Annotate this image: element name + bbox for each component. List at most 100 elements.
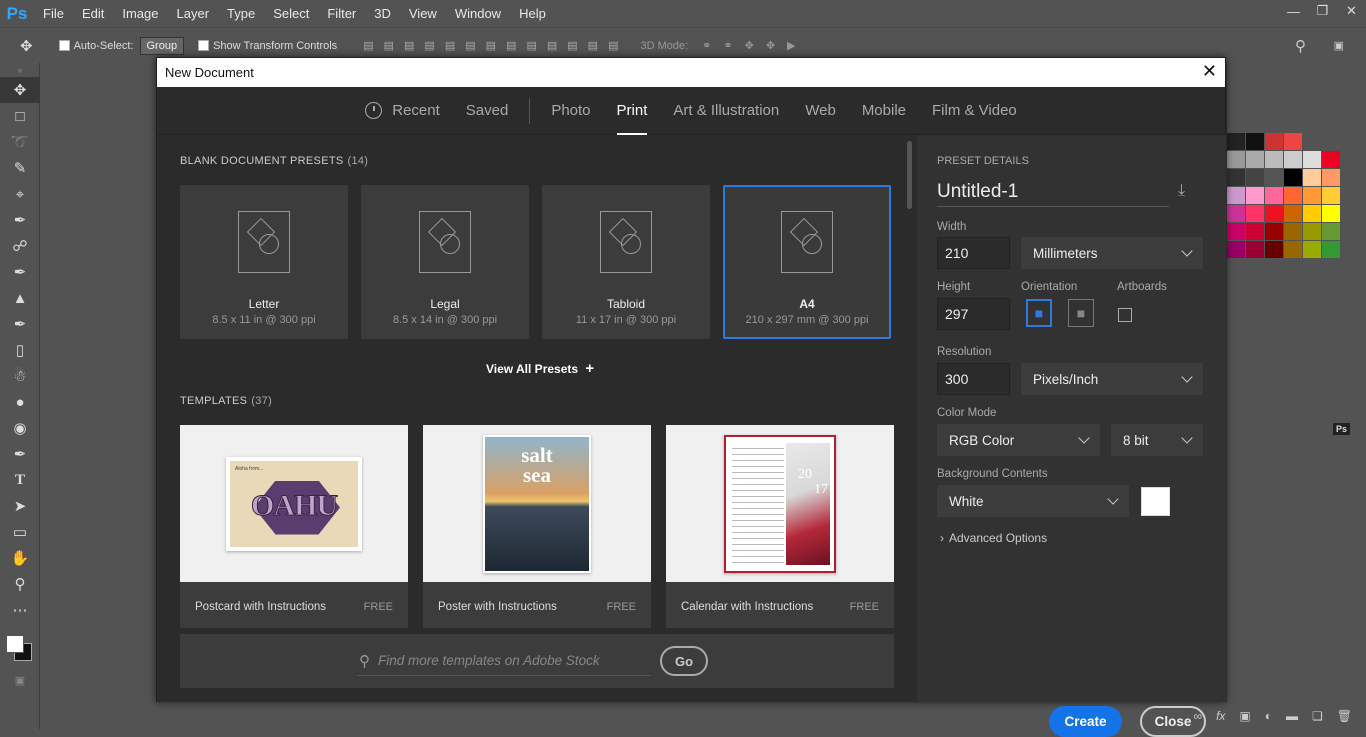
distribute-left-icon[interactable]: ▤ <box>547 39 557 52</box>
color-swatches[interactable] <box>0 623 39 667</box>
background-contents-select[interactable]: White <box>937 485 1129 517</box>
healing-brush-tool-icon[interactable]: ☍ <box>0 233 40 259</box>
show-transform-checkbox[interactable]: Show Transform Controls <box>198 40 337 52</box>
lasso-tool-icon[interactable]: ➰ <box>0 129 40 155</box>
width-unit-select[interactable]: Millimeters <box>1021 237 1203 269</box>
tab-recent[interactable]: Recent <box>352 87 453 135</box>
menu-file[interactable]: File <box>34 0 73 27</box>
quick-mask-icon[interactable]: ▣ <box>0 667 40 693</box>
auto-select-checkbox[interactable]: Auto-Select: <box>59 40 134 52</box>
distribute-right-icon[interactable]: ▤ <box>588 39 598 52</box>
tab-film-video[interactable]: Film & Video <box>919 87 1030 135</box>
folder-icon[interactable]: ▬ <box>1286 709 1298 723</box>
background-color-swatch[interactable] <box>1141 487 1170 516</box>
minimize-icon[interactable]: — <box>1279 0 1308 22</box>
eraser-tool-icon[interactable]: ▯ <box>0 337 40 363</box>
move-tool-icon[interactable]: ✥ <box>20 37 33 55</box>
mask-icon[interactable]: ▣ <box>1239 709 1250 723</box>
blur-tool-icon[interactable]: ● <box>0 389 40 415</box>
resolution-input[interactable]: 300 <box>937 363 1010 395</box>
resolution-unit-select[interactable]: Pixels/Inch <box>1021 363 1203 395</box>
auto-align-icon[interactable]: ▤ <box>608 39 618 52</box>
menu-type[interactable]: Type <box>218 0 264 27</box>
menu-layer[interactable]: Layer <box>168 0 219 27</box>
landscape-orientation-icon[interactable]: ■ <box>1068 299 1094 327</box>
menu-filter[interactable]: Filter <box>318 0 365 27</box>
create-button[interactable]: Create <box>1049 706 1122 737</box>
crop-tool-icon[interactable]: ⌖ <box>0 181 40 207</box>
presets-scrollbar[interactable] <box>907 141 912 621</box>
window-close-icon[interactable]: ✕ <box>1337 0 1366 22</box>
new-layer-icon[interactable]: ❏ <box>1312 709 1323 723</box>
type-tool-icon[interactable]: T <box>0 467 40 493</box>
menu-select[interactable]: Select <box>264 0 318 27</box>
save-preset-icon[interactable]: ⤓ <box>1178 182 1185 200</box>
path-select-tool-icon[interactable]: ➤ <box>0 493 40 519</box>
tab-art-illustration[interactable]: Art & Illustration <box>660 87 792 135</box>
tab-web[interactable]: Web <box>792 87 849 135</box>
search-icon[interactable]: ⚲ <box>1295 37 1306 55</box>
artboards-checkbox[interactable] <box>1118 308 1132 322</box>
align-bottom-icon[interactable]: ▤ <box>404 39 414 52</box>
zoom-tool-icon[interactable]: ⚲ <box>0 571 40 597</box>
more-tools-icon[interactable]: ⋯ <box>0 597 40 623</box>
swatches-panel[interactable] <box>1227 133 1339 258</box>
close-button[interactable]: Close <box>1140 706 1206 737</box>
view-all-presets-link[interactable]: View All Presets + <box>486 360 594 377</box>
brush-tool-icon[interactable]: ✒ <box>0 259 40 285</box>
hand-tool-icon[interactable]: ✋ <box>0 545 40 571</box>
distribute-top-icon[interactable]: ▤ <box>486 39 496 52</box>
menu-window[interactable]: Window <box>446 0 510 27</box>
move-tool-icon[interactable]: ✥ <box>0 77 40 103</box>
menu-edit[interactable]: Edit <box>73 0 113 27</box>
tab-print[interactable]: Print <box>604 87 661 135</box>
rectangle-tool-icon[interactable]: ▭ <box>0 519 40 545</box>
preset-letter[interactable]: Letter 8.5 x 11 in @ 300 ppi <box>180 185 348 339</box>
stock-search-input[interactable]: ⚲ Find more templates on Adobe Stock <box>357 646 651 676</box>
quick-select-tool-icon[interactable]: ✎ <box>0 155 40 181</box>
distribute-center-icon[interactable]: ▤ <box>567 39 577 52</box>
marquee-tool-icon[interactable]: □ <box>0 103 40 129</box>
eyedropper-tool-icon[interactable]: ✒ <box>0 207 40 233</box>
template-calendar[interactable]: 2017 Calendar with Instructions FREE <box>666 425 894 628</box>
paint-bucket-tool-icon[interactable]: ☃ <box>0 363 40 389</box>
align-right-icon[interactable]: ▤ <box>465 39 475 52</box>
3d-mode-icons[interactable]: ⚭⚭✥✥▶ <box>702 39 807 52</box>
advanced-options-toggle[interactable]: ›Advanced Options <box>940 531 1047 545</box>
portrait-orientation-icon[interactable]: ■ <box>1026 299 1052 327</box>
close-icon[interactable]: ✕ <box>1202 61 1217 82</box>
menu-help[interactable]: Help <box>510 0 555 27</box>
distribute-middle-icon[interactable]: ▤ <box>506 39 516 52</box>
document-name-input[interactable]: Untitled-1 <box>937 181 1169 207</box>
width-input[interactable]: 210 <box>937 237 1010 269</box>
color-mode-select[interactable]: RGB Color <box>937 424 1100 456</box>
menu-view[interactable]: View <box>400 0 446 27</box>
menu-image[interactable]: Image <box>113 0 167 27</box>
preset-legal[interactable]: Legal 8.5 x 14 in @ 300 ppi <box>361 185 529 339</box>
menu-3d[interactable]: 3D <box>365 0 400 27</box>
align-center-icon[interactable]: ▤ <box>445 39 455 52</box>
foreground-color-swatch[interactable] <box>6 635 24 653</box>
group-select[interactable]: Group <box>140 37 185 55</box>
pen-tool-icon[interactable]: ✒ <box>0 441 40 467</box>
align-middle-icon[interactable]: ▤ <box>384 39 394 52</box>
restore-icon[interactable]: ❐ <box>1308 0 1337 22</box>
go-button[interactable]: Go <box>660 646 708 676</box>
align-left-icon[interactable]: ▤ <box>424 39 434 52</box>
distribute-bottom-icon[interactable]: ▤ <box>526 39 536 52</box>
stamp-tool-icon[interactable]: ▲ <box>0 285 40 311</box>
fx-icon[interactable]: fx <box>1216 709 1225 723</box>
preset-tabloid[interactable]: Tabloid 11 x 17 in @ 300 ppi <box>542 185 710 339</box>
tab-mobile[interactable]: Mobile <box>849 87 919 135</box>
preset-a4[interactable]: A4 210 x 297 mm @ 300 ppi <box>723 185 891 339</box>
dodge-tool-icon[interactable]: ◉ <box>0 415 40 441</box>
template-poster[interactable]: salt sea Poster with Instructions FREE <box>423 425 651 628</box>
tab-photo[interactable]: Photo <box>538 87 603 135</box>
align-top-icon[interactable]: ▤ <box>363 39 373 52</box>
trash-icon[interactable]: 🗑 <box>1337 709 1352 723</box>
collapse-icon[interactable]: » <box>0 63 40 77</box>
history-brush-tool-icon[interactable]: ✒ <box>0 311 40 337</box>
height-input[interactable]: 297 <box>937 298 1010 330</box>
scrollbar-thumb[interactable] <box>907 141 912 209</box>
adjustment-icon[interactable]: ◐ <box>1265 709 1272 723</box>
